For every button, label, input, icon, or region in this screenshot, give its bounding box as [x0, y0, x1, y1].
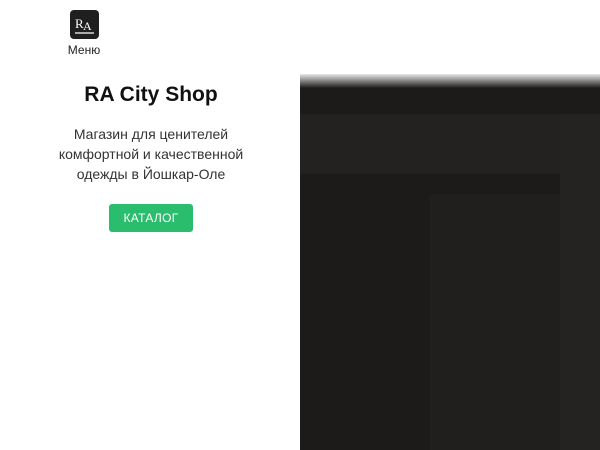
- menu-button[interactable]: R A Меню: [56, 10, 112, 62]
- hero-section: RA City Shop Магазин для ценителей комфо…: [0, 82, 302, 232]
- hero-subtitle: Магазин для ценителей комфортной и качес…: [58, 126, 244, 182]
- page: R A Меню RA City Shop Магазин для цените…: [0, 0, 600, 450]
- hero-image: [300, 74, 600, 450]
- menu-label: Меню: [67, 43, 101, 57]
- page-title: RA City Shop: [84, 83, 218, 106]
- image-shade: [560, 114, 600, 450]
- image-shade: [300, 114, 600, 174]
- svg-text:A: A: [83, 19, 92, 33]
- catalog-button[interactable]: КАТАЛОГ: [109, 204, 193, 232]
- ra-logo-icon: R A: [69, 10, 99, 39]
